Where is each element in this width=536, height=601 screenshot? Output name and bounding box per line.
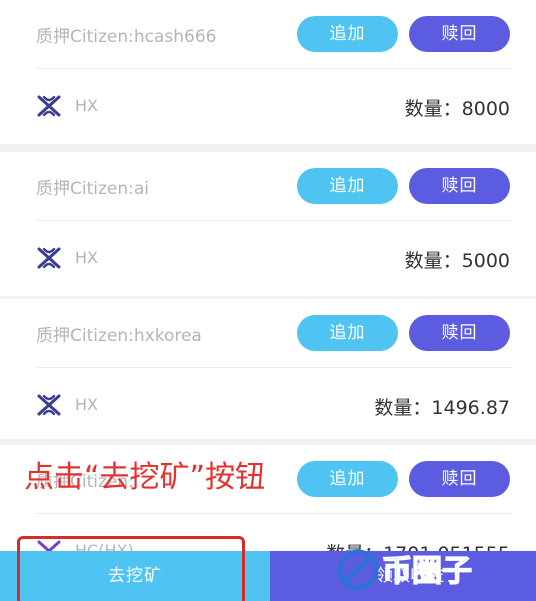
stake-card: 质押Citizen:ai 追加 赎回 HX 数量：5000 [0,152,536,296]
add-button[interactable]: 追加 [297,168,398,204]
stake-card-header: 质押Citizen:ai 追加 赎回 [0,152,536,220]
quantity-value: 数量：8000 [404,98,510,120]
redeem-button[interactable]: 赎回 [409,461,510,497]
highlight-box [17,536,245,601]
token-name: HX [75,96,98,115]
stake-card-header: 质押Citizen:hxkorea 追加 赎回 [0,299,536,367]
hx-logo-icon [37,247,61,269]
redeem-button[interactable]: 赎回 [409,315,510,351]
stake-card: 质押Citizen:hcash666 追加 赎回 HX 数量：8000 [0,0,536,144]
add-button[interactable]: 追加 [297,16,398,52]
watermark-logo: 币圈子 [337,549,473,591]
instruction-annotation: 点击“去挖矿”按钮 [24,460,266,495]
hx-logo-icon [37,394,61,416]
hx-logo-icon [37,95,61,117]
token-name: HX [75,395,98,414]
stake-card-body: HX 数量：5000 [0,221,536,296]
stake-card-header: 质押Citizen:hcash666 追加 赎回 [0,0,536,68]
stake-card-body: HX 数量：1496.87 [0,368,536,443]
stake-card: 质押Citizen:hxkorea 追加 赎回 HX 数量：1496.87 [0,299,536,439]
redeem-button[interactable]: 赎回 [409,168,510,204]
pledge-label: 质押Citizen:hcash666 [36,27,217,47]
redeem-button[interactable]: 赎回 [409,16,510,52]
pledge-label: 质押Citizen:ai [36,179,150,199]
token-name: HX [75,248,98,267]
add-button[interactable]: 追加 [297,315,398,351]
stake-card-body: HX 数量：8000 [0,69,536,144]
quantity-value: 数量：1496.87 [374,397,510,419]
pledge-label: 质押Citizen:hxkorea [36,326,202,346]
quantity-value: 数量：5000 [404,250,510,272]
watermark-text: 币圈子 [382,554,472,589]
add-button[interactable]: 追加 [297,461,398,497]
